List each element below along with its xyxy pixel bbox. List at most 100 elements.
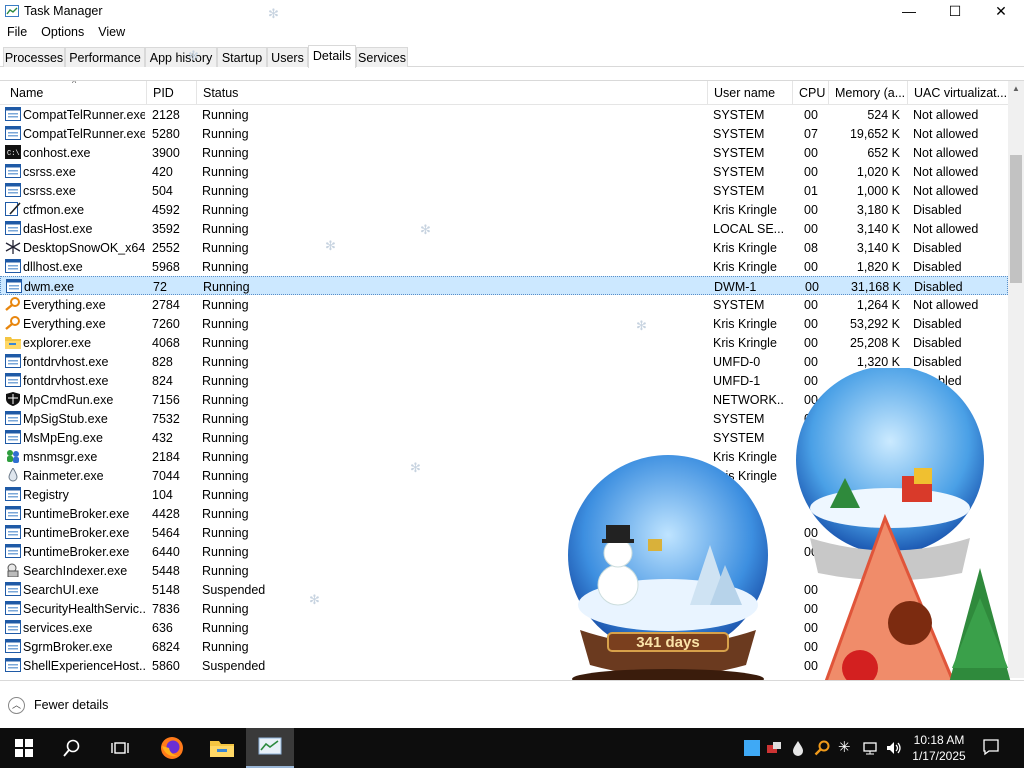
taskbar-task-manager[interactable]	[246, 728, 294, 768]
column-header-status[interactable]: Status	[196, 81, 707, 105]
process-status: Running	[202, 127, 249, 141]
process-memory: 19,652 K	[849, 127, 900, 141]
taskbar: ✳ 10:18 AM 1/17/2025	[0, 728, 1024, 768]
table-row[interactable]: dasHost.exe 3592 Running LOCAL SE... 00 3,140…	[0, 219, 1008, 238]
process-pid: 4068	[152, 336, 180, 350]
process-memory: 1,000 K	[856, 184, 900, 198]
process-status: Running	[203, 280, 250, 294]
menu-view[interactable]: View	[91, 22, 132, 42]
snowflake-icon[interactable]: ✳	[838, 740, 854, 756]
process-name: DesktopSnowOK_x64...	[23, 241, 145, 255]
menu-options[interactable]: Options	[34, 22, 91, 42]
table-row[interactable]: Everything.exe 7260 Running Kris Kringle 00 5…	[0, 314, 1008, 333]
process-name: explorer.exe	[23, 336, 92, 350]
process-cpu: 00	[804, 108, 818, 122]
column-header-pid[interactable]: PID	[146, 81, 196, 105]
process-name: SearchIndexer.exe	[23, 564, 128, 578]
close-button[interactable]: ✕	[978, 0, 1024, 22]
window-icon	[5, 164, 21, 178]
tab-startup[interactable]: Startup	[217, 47, 267, 67]
table-row[interactable]: Everything.exe 2784 Running SYSTEM 00 1,264 K…	[0, 295, 1008, 314]
tab-processes[interactable]: Processes	[3, 47, 65, 67]
column-header-name[interactable]: Name ^	[4, 81, 146, 105]
network-app-icon[interactable]	[766, 740, 782, 756]
process-pid: 2552	[152, 241, 180, 255]
maximize-button[interactable]: ☐	[932, 0, 978, 22]
snowflake-decoration: ✻	[309, 592, 320, 607]
task-manager-icon	[258, 737, 282, 755]
process-cpu: 00	[804, 317, 818, 331]
process-name: RuntimeBroker.exe	[23, 545, 130, 559]
process-status: Running	[202, 450, 249, 464]
process-cpu: 00	[804, 165, 818, 179]
scrollbar-thumb[interactable]	[1010, 155, 1022, 283]
process-user-name: NETWORK...	[713, 393, 785, 407]
process-pid: 5448	[152, 564, 180, 578]
windows-start-icon	[15, 739, 33, 757]
taskbar-clock[interactable]: 10:18 AM 1/17/2025	[906, 732, 972, 764]
window-icon	[6, 279, 22, 293]
tab-performance[interactable]: Performance	[65, 47, 145, 67]
tab-services[interactable]: Services	[356, 47, 408, 67]
table-row[interactable]: CompatTelRunner.exe 2128 Running SYSTEM 00 52…	[0, 105, 1008, 124]
window-icon	[5, 658, 21, 672]
table-row[interactable]: DesktopSnowOK_x64... 2552 Running Kris Krin…	[0, 238, 1008, 257]
snowflake-decoration: ✻	[636, 318, 647, 333]
minimize-button[interactable]: —	[886, 0, 932, 22]
process-user-name: SYSTEM	[713, 298, 765, 312]
process-user-name: SYSTEM	[713, 108, 765, 122]
folder-icon	[5, 335, 21, 349]
table-row[interactable]: ctfmon.exe 4592 Running Kris Kringle 00 3,180…	[0, 200, 1008, 219]
process-pid: 2128	[152, 108, 180, 122]
table-row[interactable]: dwm.exe 72 Running DWM-1 00 31,168 K Disabled	[0, 276, 1008, 295]
network-icon[interactable]	[862, 740, 878, 756]
table-row[interactable]: csrss.exe 504 Running SYSTEM 01 1,000 K Not al…	[0, 181, 1008, 200]
task-view-button[interactable]	[96, 728, 144, 768]
window-icon	[5, 639, 21, 653]
window-icon	[5, 259, 21, 273]
countdown-label: 341 days	[636, 634, 699, 651]
table-row[interactable]: C:\ conhost.exe 3900 Running SYSTEM 00 652 K No…	[0, 143, 1008, 162]
table-row[interactable]: dllhost.exe 5968 Running Kris Kringle 00 1,82…	[0, 257, 1008, 276]
process-uac-virtualization: Disabled	[913, 260, 962, 274]
volume-icon[interactable]	[886, 740, 902, 756]
window-icon	[5, 601, 21, 615]
tab-app-history[interactable]: App history	[145, 47, 217, 67]
tab-users[interactable]: Users	[267, 47, 308, 67]
column-header-cpu[interactable]: CPU	[792, 81, 828, 105]
window-icon	[5, 544, 21, 558]
menu-file[interactable]: File	[0, 22, 34, 42]
start-button[interactable]	[0, 728, 48, 768]
process-pid: 5148	[152, 583, 180, 597]
process-pid: 7532	[152, 412, 180, 426]
taskbar-firefox[interactable]	[148, 728, 196, 768]
process-name: SecurityHealthServic...	[23, 602, 145, 616]
table-row[interactable]: csrss.exe 420 Running SYSTEM 00 1,020 K Not al…	[0, 162, 1008, 181]
tab-details[interactable]: Details	[308, 45, 356, 68]
column-header-user-name[interactable]: User name	[707, 81, 788, 105]
process-pid: 72	[153, 280, 167, 294]
app-square-icon[interactable]	[744, 740, 760, 756]
column-header-memory[interactable]: Memory (a...	[828, 81, 907, 105]
taskbar-file-explorer[interactable]	[198, 728, 246, 768]
drop-icon	[5, 468, 21, 482]
snowflake-decoration: ✻	[410, 460, 421, 475]
table-row[interactable]: CompatTelRunner.exe 5280 Running SYSTEM 07 19…	[0, 124, 1008, 143]
process-status: Running	[202, 298, 249, 312]
scroll-up-arrow-icon[interactable]: ▲	[1008, 81, 1024, 97]
table-row[interactable]: explorer.exe 4068 Running Kris Kringle 00 25,…	[0, 333, 1008, 352]
window-icon	[5, 183, 21, 197]
column-header-uac-virtualization[interactable]: UAC virtualizat...	[907, 81, 1008, 105]
search-indexer-icon	[5, 563, 21, 577]
drop-icon[interactable]	[790, 740, 806, 756]
fewer-details-link[interactable]: Fewer details	[34, 698, 108, 712]
taskbar-search-button[interactable]	[48, 728, 96, 768]
process-uac-virtualization: Disabled	[913, 241, 962, 255]
magnifier-icon[interactable]	[814, 740, 830, 756]
process-memory: 652 K	[867, 146, 900, 160]
process-user-name: Kris Kringle	[713, 260, 777, 274]
action-center-button[interactable]	[982, 738, 1000, 759]
process-memory: 524 K	[867, 108, 900, 122]
chevron-up-icon[interactable]: ︿	[8, 697, 25, 714]
process-status: Running	[202, 431, 249, 445]
